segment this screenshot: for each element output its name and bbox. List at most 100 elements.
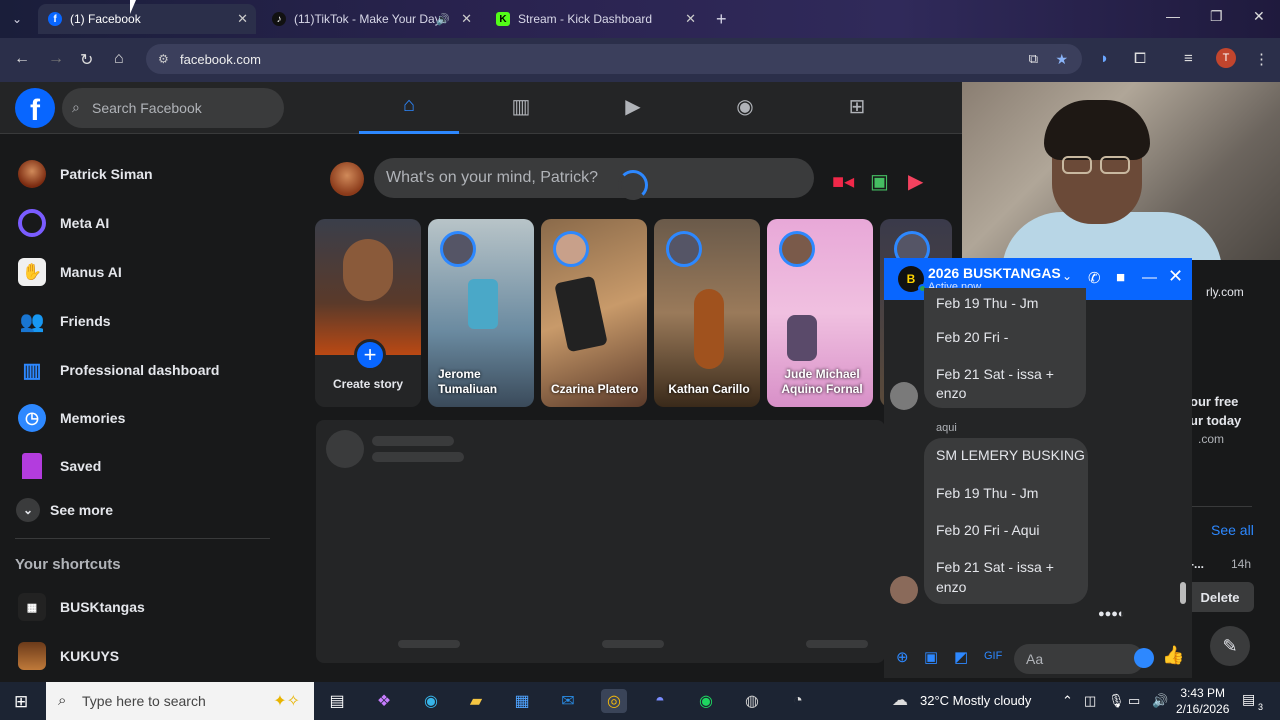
chat-scrollbar[interactable] bbox=[1180, 308, 1186, 608]
back-icon[interactable]: ← bbox=[14, 50, 30, 68]
sidebar-item-friends[interactable]: 👥 Friends bbox=[18, 307, 111, 335]
sticker-icon[interactable]: ◩ bbox=[954, 648, 968, 666]
cello-image bbox=[694, 289, 724, 369]
bookmark-star-icon[interactable]: ★ bbox=[1055, 51, 1068, 68]
close-tab-icon[interactable]: ✕ bbox=[461, 11, 472, 27]
menu-icon[interactable]: ⋮ bbox=[1254, 50, 1269, 68]
speaker-icon[interactable]: 🔊 bbox=[436, 13, 450, 26]
message-line: Feb 20 Fri - bbox=[936, 329, 1009, 345]
close-window-icon[interactable]: ✕ bbox=[1253, 8, 1265, 25]
message-line: Feb 21 Sat - issa + bbox=[936, 559, 1054, 575]
shortcut-item-kukuys[interactable]: KUKUYS bbox=[18, 642, 119, 670]
tab-search-button[interactable]: ⌄ bbox=[4, 4, 34, 34]
sidebar-item-see-more[interactable]: ⌄ See more bbox=[16, 498, 113, 522]
maximize-icon[interactable]: ❐ bbox=[1210, 8, 1223, 25]
phone-call-icon[interactable]: ✆ bbox=[1088, 269, 1101, 287]
obs-icon[interactable]: ◔ bbox=[785, 689, 811, 713]
copilot-icon[interactable]: ❖ bbox=[371, 689, 397, 713]
nav-dashboard-icon[interactable]: ▥ bbox=[471, 94, 571, 119]
media-control-icon[interactable]: ≡ bbox=[1184, 50, 1193, 67]
install-app-icon[interactable]: ⧉ bbox=[1029, 51, 1038, 67]
taskbar-clock[interactable]: 3:43 PM 2/16/2026 bbox=[1176, 685, 1229, 717]
network-icon[interactable]: ◫ bbox=[1084, 693, 1096, 709]
nav-gaming-icon[interactable]: ⊞ bbox=[807, 94, 907, 119]
facebook-logo-icon[interactable]: f bbox=[15, 88, 55, 128]
reload-icon[interactable]: ↻ bbox=[80, 50, 93, 70]
live-video-icon[interactable]: ■◂ bbox=[832, 169, 854, 194]
search-icon: ⌕ bbox=[58, 692, 67, 709]
edge-icon[interactable]: ◉ bbox=[418, 689, 444, 713]
plus-icon[interactable]: + bbox=[354, 339, 386, 371]
facebook-search-input[interactable]: ⌕ Search Facebook bbox=[62, 88, 284, 128]
notifications-icon[interactable]: ▤ bbox=[1242, 691, 1255, 708]
forward-icon[interactable]: → bbox=[48, 50, 64, 68]
extensions-icon[interactable]: ⧠ bbox=[1134, 50, 1146, 67]
battery-icon[interactable]: ▭ bbox=[1128, 693, 1140, 709]
reel-icon[interactable]: ▶ bbox=[908, 169, 923, 194]
tab-tiktok[interactable]: ♪ (11)TikTok - Make Your Day 🔊 ✕ bbox=[262, 4, 480, 34]
tab-facebook[interactable]: f (1) Facebook ✕ bbox=[38, 4, 256, 34]
story-card[interactable]: Czarina Platero bbox=[541, 219, 647, 407]
story-card[interactable]: Kathan Carillo bbox=[654, 219, 760, 407]
close-tab-icon[interactable]: ✕ bbox=[685, 11, 696, 27]
plus-circle-icon[interactable]: ⊕ bbox=[896, 648, 909, 666]
story-name: Kathan Carillo bbox=[668, 382, 750, 396]
gif-icon[interactable]: GIF bbox=[984, 650, 1002, 662]
chrome-icon[interactable]: ◎ bbox=[601, 689, 627, 713]
home-icon[interactable]: ⌂ bbox=[114, 50, 124, 68]
new-message-button[interactable]: ✎ bbox=[1210, 626, 1250, 666]
delete-button[interactable]: Delete bbox=[1186, 582, 1254, 612]
sidebar-item-professional-dashboard[interactable]: ▥ Professional dashboard bbox=[18, 356, 220, 384]
site-info-icon[interactable]: ⚙ bbox=[158, 52, 169, 66]
chat-message-input[interactable]: Aa bbox=[1014, 644, 1154, 674]
windows-start-icon[interactable]: ⊞ bbox=[14, 692, 28, 712]
feed-loading-card bbox=[316, 420, 885, 663]
meta-ai-icon bbox=[18, 209, 46, 237]
like-thumb-icon[interactable]: 👍 bbox=[1162, 645, 1184, 666]
microphone-icon[interactable]: 🎙 bbox=[1108, 693, 1125, 709]
tab-kick[interactable]: K Stream - Kick Dashboard ✕ bbox=[486, 4, 704, 34]
photo-video-icon[interactable]: ▣ bbox=[870, 169, 889, 194]
store-icon[interactable]: ▦ bbox=[509, 689, 535, 713]
chevron-up-icon[interactable]: ⌃ bbox=[1062, 693, 1073, 709]
shortcut-label: KUKUYS bbox=[60, 648, 120, 664]
composer-input[interactable]: What's on your mind, Patrick? bbox=[374, 158, 814, 198]
nav-groups-icon[interactable]: ◉ bbox=[695, 94, 795, 119]
close-chat-icon[interactable]: ✕ bbox=[1168, 266, 1183, 287]
emoji-icon[interactable] bbox=[1134, 648, 1154, 668]
volume-icon[interactable]: 🔊 bbox=[1152, 693, 1168, 709]
create-story-card[interactable]: + Create story bbox=[315, 219, 421, 407]
see-all-link[interactable]: See all bbox=[1211, 522, 1254, 538]
weather-text[interactable]: 32°C Mostly cloudy bbox=[920, 693, 1031, 708]
sidebar-item-memories[interactable]: ◷ Memories bbox=[18, 404, 125, 432]
sidebar-item-label: Saved bbox=[60, 458, 102, 474]
nav-home-icon[interactable]: ⌂ bbox=[359, 94, 459, 134]
sidebar-item-manus-ai[interactable]: ✋ Manus AI bbox=[18, 258, 122, 286]
sidebar-item-profile[interactable]: Patrick Siman bbox=[18, 160, 153, 188]
nav-video-icon[interactable]: ▶ bbox=[583, 94, 683, 119]
close-tab-icon[interactable]: ✕ bbox=[237, 11, 248, 27]
scrollbar-thumb[interactable] bbox=[1180, 582, 1186, 604]
chevron-down-icon[interactable]: ⌄ bbox=[1062, 269, 1072, 283]
image-icon[interactable]: ▣ bbox=[924, 648, 938, 666]
file-explorer-icon[interactable]: ▰ bbox=[463, 689, 489, 713]
new-tab-button[interactable]: + bbox=[706, 4, 736, 34]
sidebar-item-saved[interactable]: Saved bbox=[18, 453, 101, 479]
taskbar-search-input[interactable]: ⌕ Type here to search ✦✧ bbox=[46, 682, 314, 720]
steam-icon[interactable]: ◍ bbox=[739, 689, 765, 713]
story-card[interactable]: Jude Michael Aquino Fornal bbox=[767, 219, 873, 407]
profile-avatar-icon[interactable]: T bbox=[1216, 48, 1236, 68]
video-call-icon[interactable]: ■ bbox=[1116, 269, 1125, 286]
spotify-icon[interactable]: ◉ bbox=[693, 689, 719, 713]
task-view-icon[interactable]: ▤ bbox=[324, 689, 350, 713]
minimize-icon[interactable]: — bbox=[1166, 8, 1180, 24]
discord-icon[interactable]: ◓ bbox=[647, 689, 673, 713]
minimize-chat-icon[interactable]: — bbox=[1142, 269, 1157, 286]
shortcut-item-busktangas[interactable]: ▦ BUSKtangas bbox=[18, 593, 145, 621]
mail-icon[interactable]: ✉ bbox=[555, 689, 581, 713]
read-aloud-icon[interactable]: ◗ bbox=[1100, 50, 1109, 67]
notification-count-badge: 3 bbox=[1258, 702, 1264, 712]
url-field[interactable]: ⚙ facebook.com ⧉ ★ bbox=[146, 44, 1082, 74]
sidebar-item-meta-ai[interactable]: Meta AI bbox=[18, 209, 109, 237]
story-card[interactable]: Jerome Tumaliuan bbox=[428, 219, 534, 407]
